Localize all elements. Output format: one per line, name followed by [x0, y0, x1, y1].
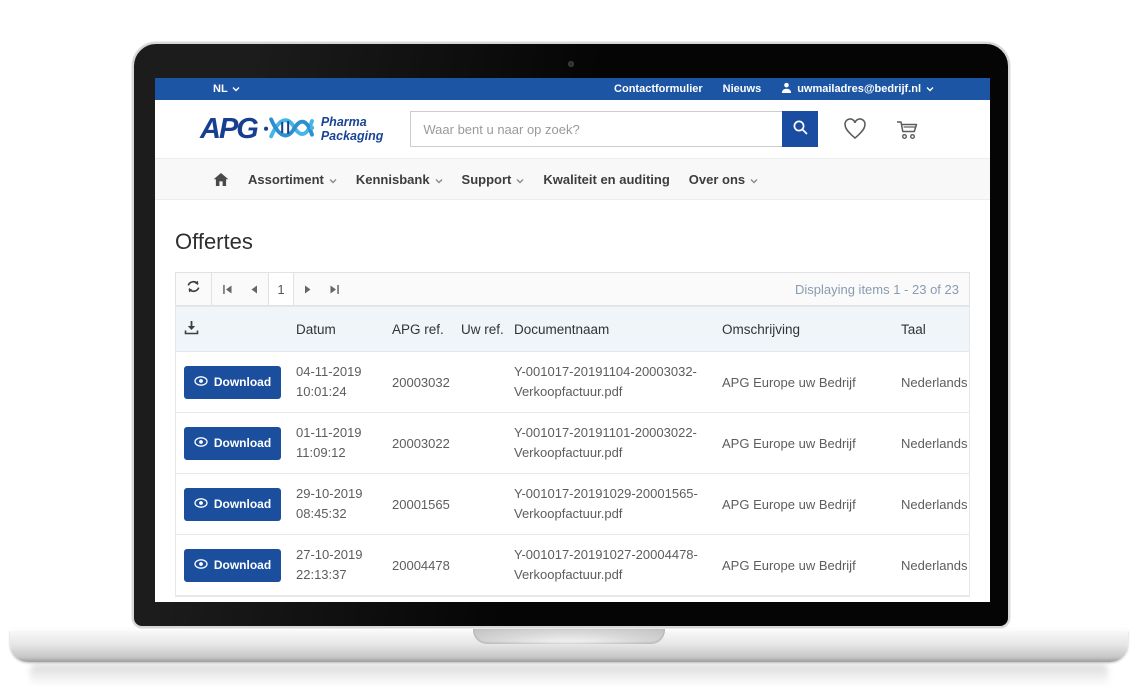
next-page-button[interactable] [294, 273, 321, 305]
cell-apg-ref: 20001565 [392, 497, 461, 512]
laptop-reflection [30, 664, 1108, 690]
chevron-down-icon [329, 172, 337, 187]
cell-apg-ref: 20004478 [392, 558, 461, 573]
table-row: Download 04-11-2019 10:01:24 20003032 Y-… [176, 352, 969, 413]
documents-table: Datum APG ref. Uw ref. Documentnaam Omsc… [175, 306, 970, 597]
webcam-dot [568, 61, 574, 67]
refresh-icon [186, 279, 201, 299]
cell-documentnaam: Y-001017-20191101-20003022-Verkoopfactuu… [514, 423, 722, 463]
table-row: Download 27-10-2019 22:13:37 20004478 Y-… [176, 535, 969, 596]
eye-icon [194, 375, 208, 389]
home-icon[interactable] [213, 172, 229, 187]
refresh-button[interactable] [176, 273, 212, 305]
cell-datum: 27-10-2019 22:13:37 [296, 545, 392, 585]
chevron-down-icon [232, 83, 240, 95]
browser-viewport: NL Contactformulier Nieuws uwmailadres@b… [155, 78, 990, 602]
dna-helix-icon [263, 110, 315, 149]
cell-taal: Nederlands [901, 497, 978, 512]
nav-item-support[interactable]: Support [462, 172, 525, 187]
eye-icon [194, 497, 208, 511]
apg-logo[interactable]: APG Pharma Packaging [200, 110, 383, 149]
cell-taal: Nederlands [901, 375, 978, 390]
first-page-button[interactable] [214, 273, 241, 305]
cell-taal: Nederlands [901, 436, 978, 451]
top-utility-bar: NL Contactformulier Nieuws uwmailadres@b… [155, 78, 990, 100]
cell-omschrijving: APG Europe uw Bedrijf [722, 497, 901, 512]
last-page-button[interactable] [321, 273, 348, 305]
pager: 1 [214, 273, 348, 305]
col-header-documentnaam: Documentnaam [514, 322, 722, 337]
cell-documentnaam: Y-001017-20191104-20003032-Verkoopfactuu… [514, 362, 722, 402]
chevron-down-icon [516, 172, 524, 187]
laptop-bezel: NL Contactformulier Nieuws uwmailadres@b… [132, 42, 1010, 628]
nieuws-link[interactable]: Nieuws [723, 83, 762, 95]
cell-taal: Nederlands [901, 558, 978, 573]
cell-datum: 01-11-2019 11:09:12 [296, 423, 392, 463]
search-button[interactable] [782, 111, 818, 147]
nav-item-kwaliteit-en-auditing[interactable]: Kwaliteit en auditing [543, 172, 669, 187]
nav-item-over-ons[interactable]: Over ons [689, 172, 758, 187]
account-email: uwmailadres@bedrijf.nl [797, 83, 921, 95]
cell-omschrijving: APG Europe uw Bedrijf [722, 375, 901, 390]
prev-page-button[interactable] [241, 273, 268, 305]
cell-datum: 04-11-2019 10:01:24 [296, 362, 392, 402]
col-header-apg-ref: APG ref. [392, 322, 461, 337]
laptop-base [10, 629, 1128, 662]
download-button[interactable]: Download [184, 488, 281, 521]
cell-datum: 29-10-2019 08:45:32 [296, 484, 392, 524]
search-icon [792, 119, 809, 139]
current-page-indicator[interactable]: 1 [268, 273, 294, 305]
cell-omschrijving: APG Europe uw Bedrijf [722, 436, 901, 451]
chevron-down-icon [750, 172, 758, 187]
cart-icon[interactable] [894, 118, 920, 141]
grid-toolbar: 1 Displaying items 1 - 23 of 23 [175, 272, 970, 306]
nav-item-assortiment[interactable]: Assortiment [248, 172, 337, 187]
download-all-icon[interactable] [184, 320, 296, 338]
wishlist-heart-icon[interactable] [842, 118, 868, 141]
chevron-down-icon [435, 172, 443, 187]
contactformulier-link[interactable]: Contactformulier [614, 83, 703, 95]
site-header: APG Pharma Packaging [155, 100, 990, 158]
user-icon [781, 82, 792, 96]
table-row: Download 29-10-2019 08:45:32 20001565 Y-… [176, 474, 969, 535]
laptop-mockup: NL Contactformulier Nieuws uwmailadres@b… [0, 0, 1138, 692]
cell-apg-ref: 20003032 [392, 375, 461, 390]
search-input[interactable] [410, 111, 782, 147]
table-row: Download 01-11-2019 11:09:12 20003022 Y-… [176, 413, 969, 474]
main-navigation: Assortiment Kennisbank Support [155, 158, 990, 200]
col-header-datum: Datum [296, 322, 392, 337]
col-header-omschrijving: Omschrijving [722, 322, 901, 337]
nav-item-kennisbank[interactable]: Kennisbank [356, 172, 443, 187]
cell-documentnaam: Y-001017-20191029-20001565-Verkoopfactuu… [514, 484, 722, 524]
col-header-taal: Taal [901, 322, 969, 337]
eye-icon [194, 436, 208, 450]
laptop-base-notch [473, 629, 665, 644]
cell-apg-ref: 20003022 [392, 436, 461, 451]
cell-documentnaam: Y-001017-20191027-20004478-Verkoopfactuu… [514, 545, 722, 585]
account-menu[interactable]: uwmailadres@bedrijf.nl [781, 82, 934, 96]
table-header-row: Datum APG ref. Uw ref. Documentnaam Omsc… [176, 306, 969, 352]
logo-apg-text: APG [200, 115, 257, 144]
download-button[interactable]: Download [184, 366, 281, 399]
logo-subtext: Pharma Packaging [321, 115, 384, 144]
cell-omschrijving: APG Europe uw Bedrijf [722, 558, 901, 573]
col-header-uw-ref: Uw ref. [461, 322, 514, 337]
download-button[interactable]: Download [184, 427, 281, 460]
download-button[interactable]: Download [184, 549, 281, 582]
language-selector[interactable]: NL [213, 83, 240, 95]
page-title: Offertes [175, 229, 970, 255]
language-label: NL [213, 83, 228, 95]
paging-info: Displaying items 1 - 23 of 23 [795, 273, 969, 305]
chevron-down-icon [926, 83, 934, 95]
eye-icon [194, 558, 208, 572]
